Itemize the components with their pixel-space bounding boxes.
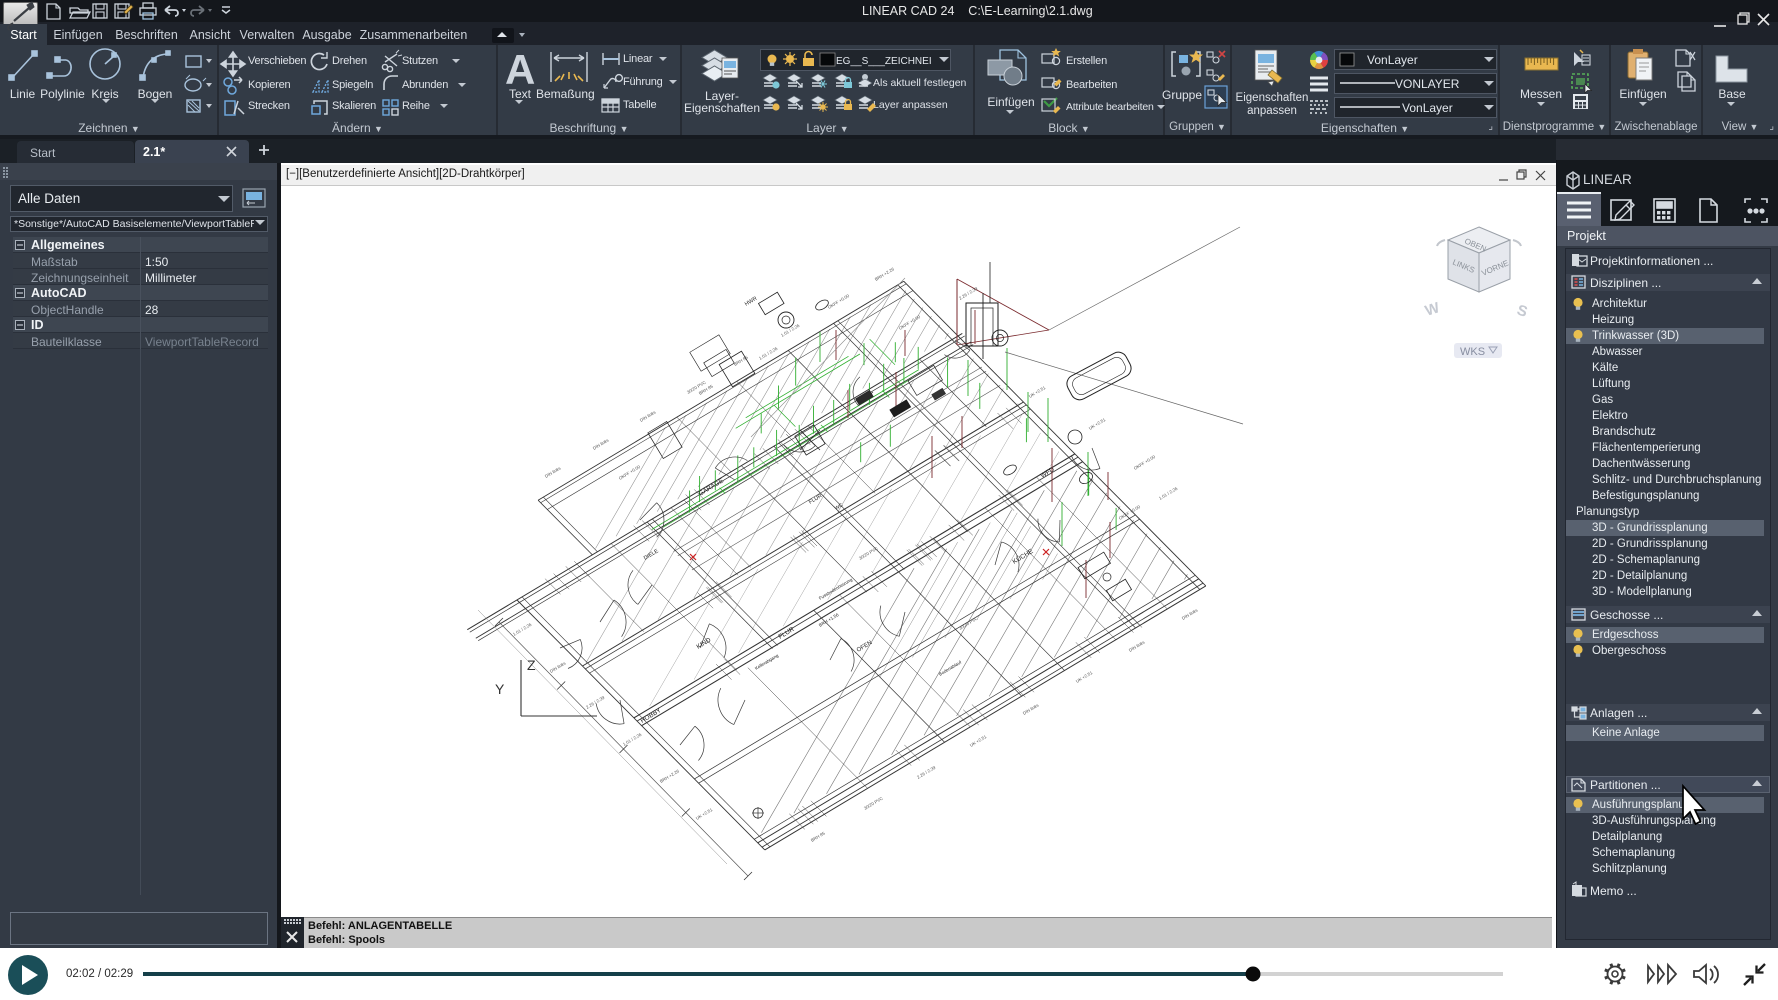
svg-text:A: A: [505, 46, 535, 93]
